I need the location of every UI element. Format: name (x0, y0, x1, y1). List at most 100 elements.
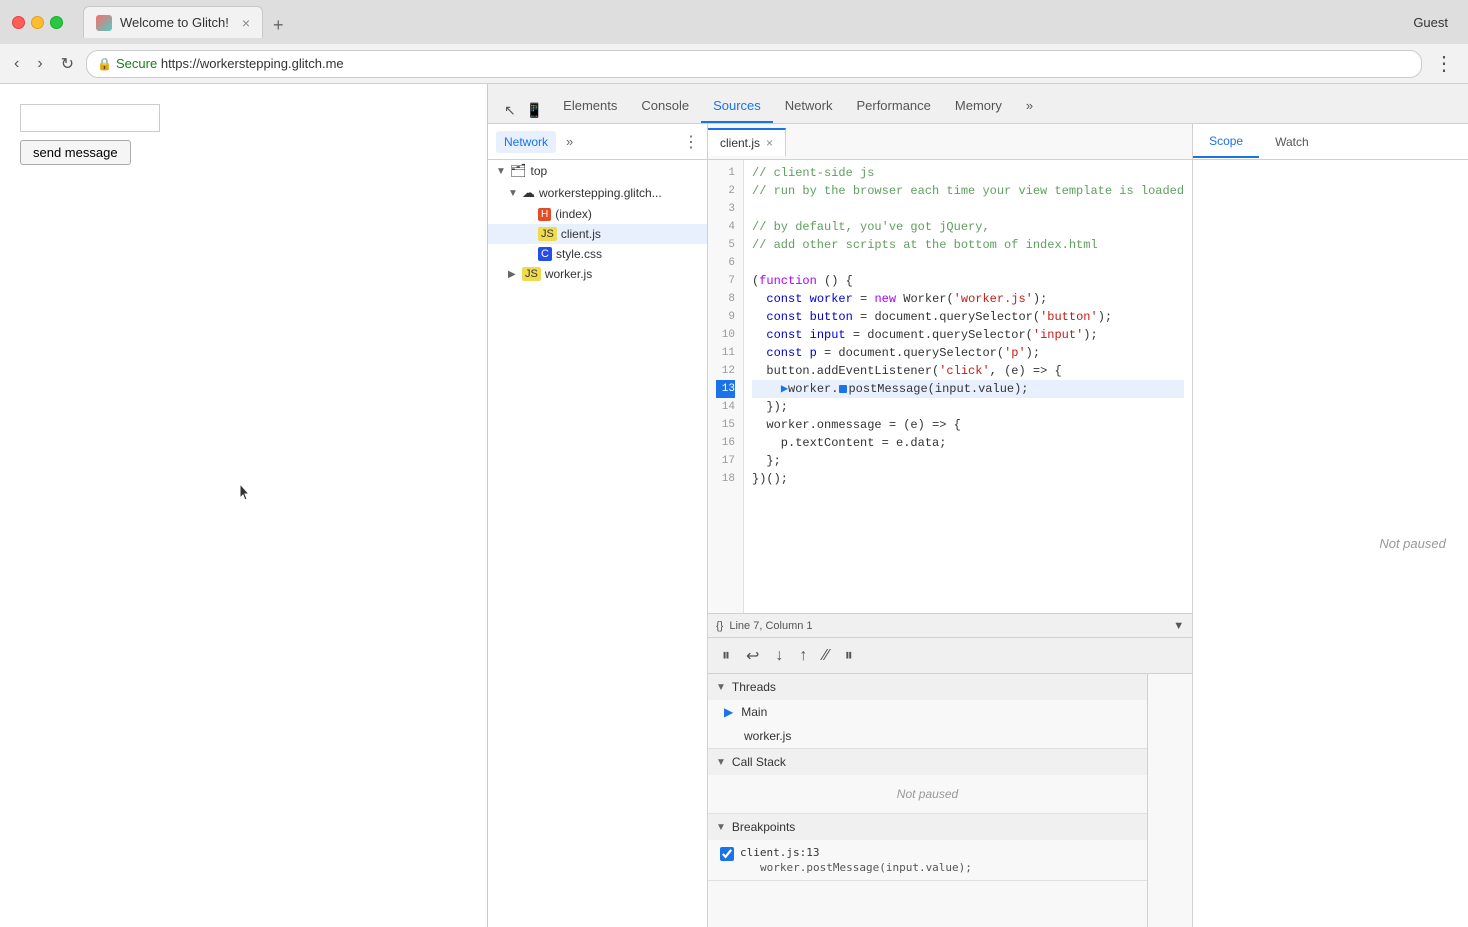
code-area: 1 2 3 4 5 6 7 8 9 10 11 12 13 (708, 160, 1192, 613)
code-editor: client.js × 1 2 3 4 5 6 7 (708, 124, 1192, 927)
code-line-11: const p = document.querySelector('p'); (752, 344, 1184, 362)
code-tab-close-button[interactable]: × (766, 136, 773, 150)
tree-item-clientjs[interactable]: JS client.js (488, 224, 707, 244)
new-tab-button[interactable]: + (267, 13, 290, 38)
threads-section: ▼ Threads ▶ Main worker (708, 674, 1147, 749)
refresh-button[interactable]: ↻ (55, 50, 80, 78)
tree-item-top[interactable]: ▼ 🗂 top (488, 160, 707, 182)
browser-tab[interactable]: Welcome to Glitch! × (83, 6, 263, 38)
breakpoint-code-1: worker.postMessage(input.value); (740, 861, 972, 874)
code-line-14: }); (752, 398, 1184, 416)
deactivate-breakpoints-button[interactable]: ⁄⁄ (817, 644, 834, 668)
browser-more-button[interactable]: ⋮ (1428, 51, 1460, 76)
tab-sources[interactable]: Sources (701, 90, 773, 123)
code-line-12: button.addEventListener('click', (e) => … (752, 362, 1184, 380)
tree-label-stylecss: style.css (556, 247, 602, 261)
message-input[interactable] (20, 104, 160, 132)
scope-tab[interactable]: Scope (1193, 126, 1259, 158)
scope-not-paused-text: Not paused (1379, 536, 1446, 551)
expand-icon-workerjs: ▶ (508, 269, 518, 280)
file-panel-kebab-button[interactable]: ⋮ (683, 132, 699, 152)
callstack-section-header[interactable]: ▼ Call Stack (708, 749, 1147, 775)
maximize-button[interactable] (50, 16, 63, 29)
threads-section-header[interactable]: ▼ Threads (708, 674, 1147, 700)
breakpoints-expand-icon: ▼ (716, 822, 726, 833)
code-lines[interactable]: // client-side js // run by the browser … (744, 160, 1192, 613)
minimize-button[interactable] (31, 16, 44, 29)
step-into-button[interactable]: ↓ (769, 644, 789, 668)
line-num-17: 17 (716, 452, 735, 470)
callstack-expand-icon: ▼ (716, 757, 726, 768)
tree-label-top: top (531, 164, 548, 178)
callstack-section: ▼ Call Stack Not paused (708, 749, 1147, 814)
line-num-11: 11 (716, 344, 735, 362)
file-panel-more-button[interactable]: » (562, 132, 577, 151)
file-panel-network-tab[interactable]: Network (496, 131, 556, 153)
tree-label-index: (index) (555, 207, 592, 221)
tree-item-workerjs[interactable]: ▶ JS worker.js (488, 264, 707, 284)
url-text: https://workerstepping.glitch.me (161, 56, 344, 71)
code-line-6 (752, 254, 1184, 272)
breakpoint-check-1: client.js:13 worker.postMessage(input.va… (720, 846, 1135, 874)
tree-item-index[interactable]: H (index) (488, 204, 707, 224)
url-bar[interactable]: 🔒 Secure https://workerstepping.glitch.m… (86, 50, 1422, 78)
line-numbers: 1 2 3 4 5 6 7 8 9 10 11 12 13 (708, 160, 744, 613)
pause-button[interactable]: ⏸ (716, 644, 736, 668)
forward-button[interactable]: › (31, 51, 48, 77)
secure-label: Secure (116, 56, 157, 71)
code-line-3 (752, 200, 1184, 218)
threads-expand-icon: ▼ (716, 682, 726, 693)
code-line-5: // add other scripts at the bottom of in… (752, 236, 1184, 254)
tab-performance[interactable]: Performance (844, 90, 942, 123)
breakpoint-checkbox-1[interactable] (720, 847, 734, 861)
line-num-12: 12 (716, 362, 735, 380)
file-panel: Network » ⋮ ▼ 🗂 top ▼ (488, 124, 708, 927)
status-position: Line 7, Column 1 (729, 620, 812, 632)
devtools-tabs: ↖ 📱 Elements Console Sources Network Per… (488, 84, 1468, 124)
lock-icon: 🔒 (97, 57, 112, 71)
threads-panel: ▼ Threads ▶ Main worker (708, 674, 1148, 927)
tab-console[interactable]: Console (629, 90, 701, 123)
code-line-8: const worker = new Worker('worker.js'); (752, 290, 1184, 308)
breakpoints-section-header[interactable]: ▼ Breakpoints (708, 814, 1147, 840)
thread-main[interactable]: ▶ Main (708, 700, 1147, 724)
right-panel: Scope Watch Not paused (1192, 124, 1468, 927)
tab-network[interactable]: Network (773, 90, 845, 123)
css-file-icon: C (538, 247, 552, 261)
devtools-device-icon[interactable]: 📱 (522, 98, 547, 123)
scope-not-paused: Not paused (1193, 160, 1468, 927)
close-button[interactable] (12, 16, 25, 29)
tab-elements[interactable]: Elements (551, 90, 629, 123)
cloud-icon: ☁ (522, 185, 535, 201)
tab-close-button[interactable]: × (242, 15, 250, 31)
code-line-4: // by default, you've got jQuery, (752, 218, 1184, 236)
secure-badge: 🔒 Secure (97, 56, 157, 71)
thread-workerjs[interactable]: worker.js (708, 724, 1147, 748)
step-out-button[interactable]: ↑ (793, 644, 813, 668)
tree-item-origin[interactable]: ▼ ☁ workerstepping.glitch... (488, 182, 707, 204)
thread-workerjs-label: worker.js (744, 729, 791, 743)
send-message-button[interactable]: send message (20, 140, 131, 165)
code-line-13: ▶worker.postMessage(input.value); (752, 380, 1184, 398)
code-line-9: const button = document.querySelector('b… (752, 308, 1184, 326)
tree-item-stylecss[interactable]: C style.css (488, 244, 707, 264)
js-file-icon-worker: JS (522, 267, 541, 281)
tab-more[interactable]: » (1014, 90, 1045, 123)
code-tab-clientjs[interactable]: client.js × (708, 128, 786, 156)
pause-on-exception-button[interactable]: ⏸ (839, 644, 859, 668)
back-button[interactable]: ‹ (8, 51, 25, 77)
watch-tab[interactable]: Watch (1259, 127, 1325, 157)
code-line-7: (function () { (752, 272, 1184, 290)
tab-memory[interactable]: Memory (943, 90, 1014, 123)
line-num-2: 2 (716, 182, 735, 200)
bottom-content: ▼ Threads ▶ Main worker (708, 674, 1192, 927)
devtools-pointer-icon[interactable]: ↖ (500, 98, 520, 123)
title-bar: Welcome to Glitch! × + Guest (0, 0, 1468, 44)
step-over-button[interactable]: ↩ (740, 643, 765, 669)
file-panel-tabs: Network » ⋮ (488, 124, 707, 160)
tab-area: Welcome to Glitch! × + (83, 6, 1405, 38)
code-line-17: }; (752, 452, 1184, 470)
tab-favicon (96, 15, 112, 31)
line-num-6: 6 (716, 254, 735, 272)
status-arrow-down[interactable]: ▼ (1173, 620, 1184, 632)
